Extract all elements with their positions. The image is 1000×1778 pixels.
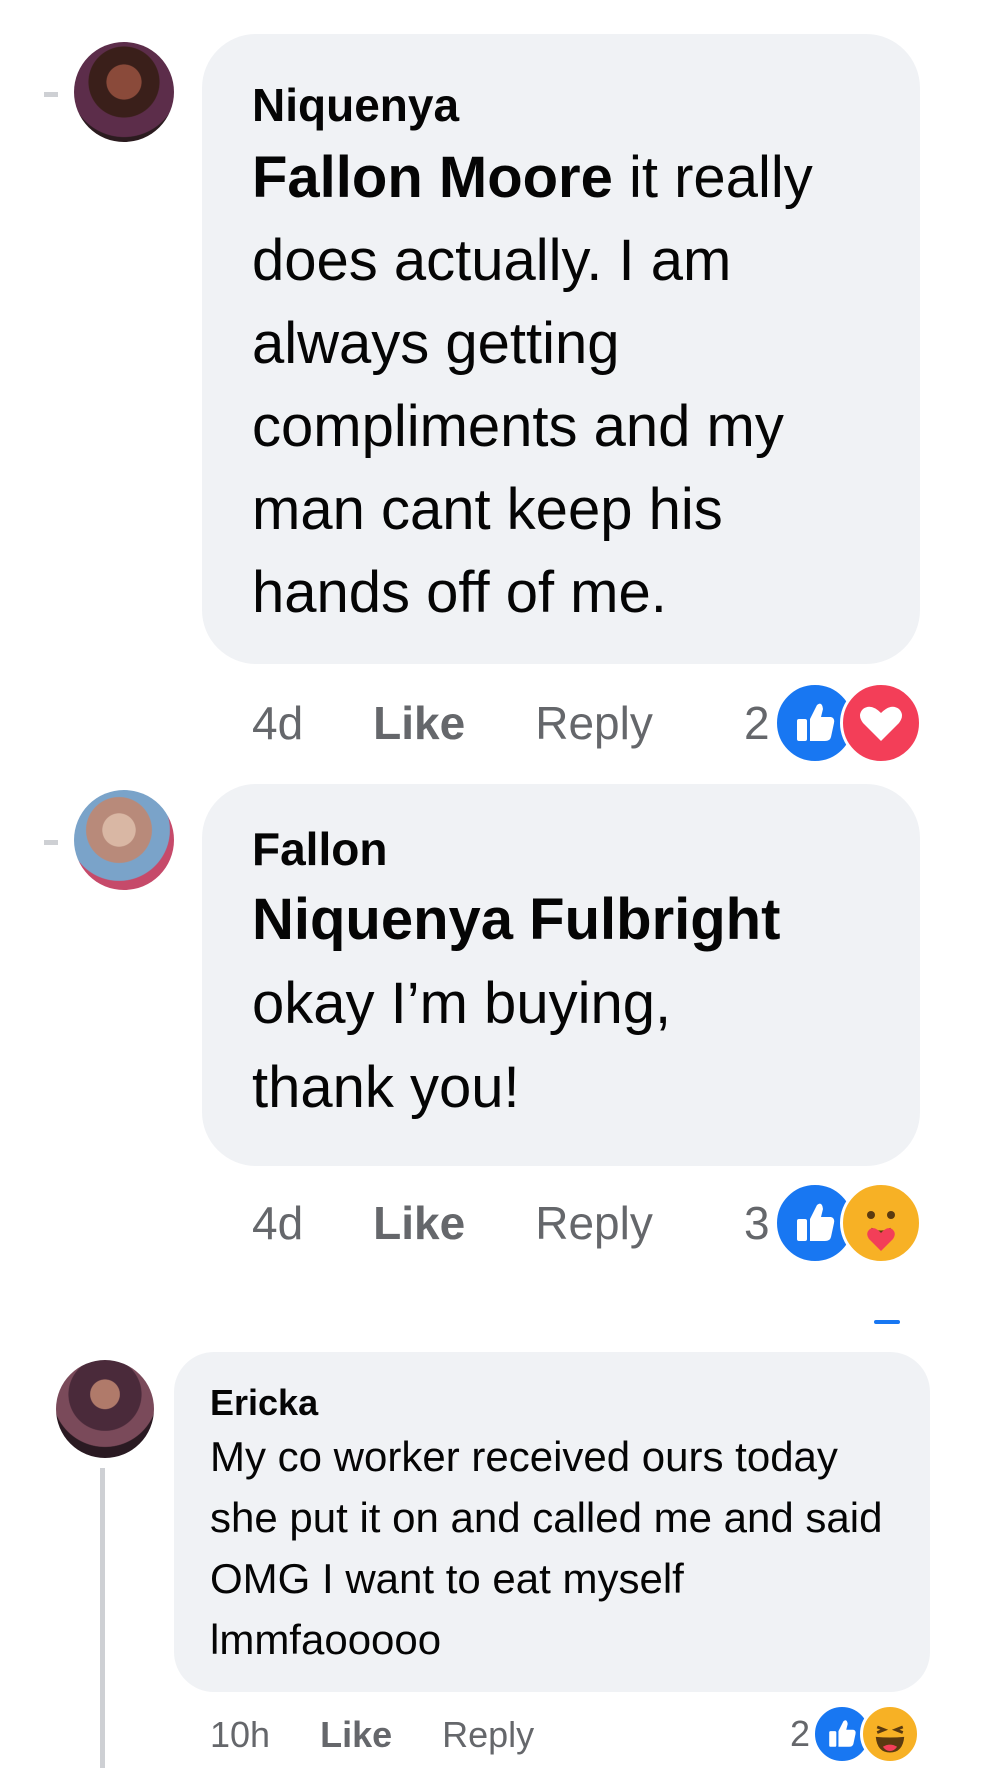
comment-bubble: Ericka My co worker received ours today … — [174, 1352, 930, 1692]
reaction-count: 2 — [790, 1713, 811, 1754]
comment-bubble: Niquenya Fallon Moore it really does act… — [202, 34, 920, 664]
comment-author[interactable]: Ericka — [210, 1380, 894, 1426]
comment-actions: 4d Like Reply — [252, 692, 653, 754]
thread-line — [100, 1468, 105, 1768]
avatar[interactable] — [56, 1360, 154, 1458]
reaction-summary[interactable]: 3 — [744, 1180, 922, 1266]
comment-time[interactable]: 4d — [252, 1196, 303, 1250]
haha-icon — [860, 1704, 921, 1764]
like-button[interactable]: Like — [373, 1196, 465, 1250]
comment-text: it really does actually. I am always get… — [252, 145, 813, 625]
thread-dot — [874, 1320, 900, 1324]
reply-button[interactable]: Reply — [535, 1196, 653, 1250]
avatar[interactable] — [74, 790, 174, 890]
comment-author[interactable]: Fallon — [252, 820, 870, 878]
comment-author[interactable]: Niquenya — [252, 74, 870, 136]
love-icon — [839, 682, 922, 764]
reply-button[interactable]: Reply — [442, 1714, 534, 1756]
reaction-summary[interactable]: 2 — [790, 1702, 921, 1766]
comment-bubble: Fallon Niquenya Fulbright okay I’m buyin… — [202, 784, 920, 1166]
reply-button[interactable]: Reply — [535, 696, 653, 750]
comment-text: okay I’m buying, thank you! — [252, 971, 672, 1120]
comment-text: My co worker received ours today she put… — [210, 1433, 883, 1663]
avatar[interactable] — [74, 42, 174, 142]
like-button[interactable]: Like — [373, 696, 465, 750]
thread-connector — [44, 92, 58, 97]
mention-tag[interactable]: Fallon Moore — [252, 145, 613, 210]
mention-tag[interactable]: Niquenya Fulbright — [252, 878, 870, 962]
thread-connector — [44, 840, 58, 845]
care-icon — [839, 1182, 922, 1264]
comment-time[interactable]: 10h — [210, 1714, 270, 1756]
reaction-count: 2 — [744, 697, 770, 749]
reaction-count: 3 — [744, 1197, 770, 1249]
comment-actions: 4d Like Reply — [252, 1192, 653, 1254]
reaction-summary[interactable]: 2 — [744, 680, 922, 766]
comment-time[interactable]: 4d — [252, 696, 303, 750]
like-button[interactable]: Like — [320, 1714, 392, 1756]
comment-body: Fallon Moore it really does actually. I … — [252, 136, 870, 634]
comment-actions: 10h Like Reply — [210, 1710, 534, 1760]
